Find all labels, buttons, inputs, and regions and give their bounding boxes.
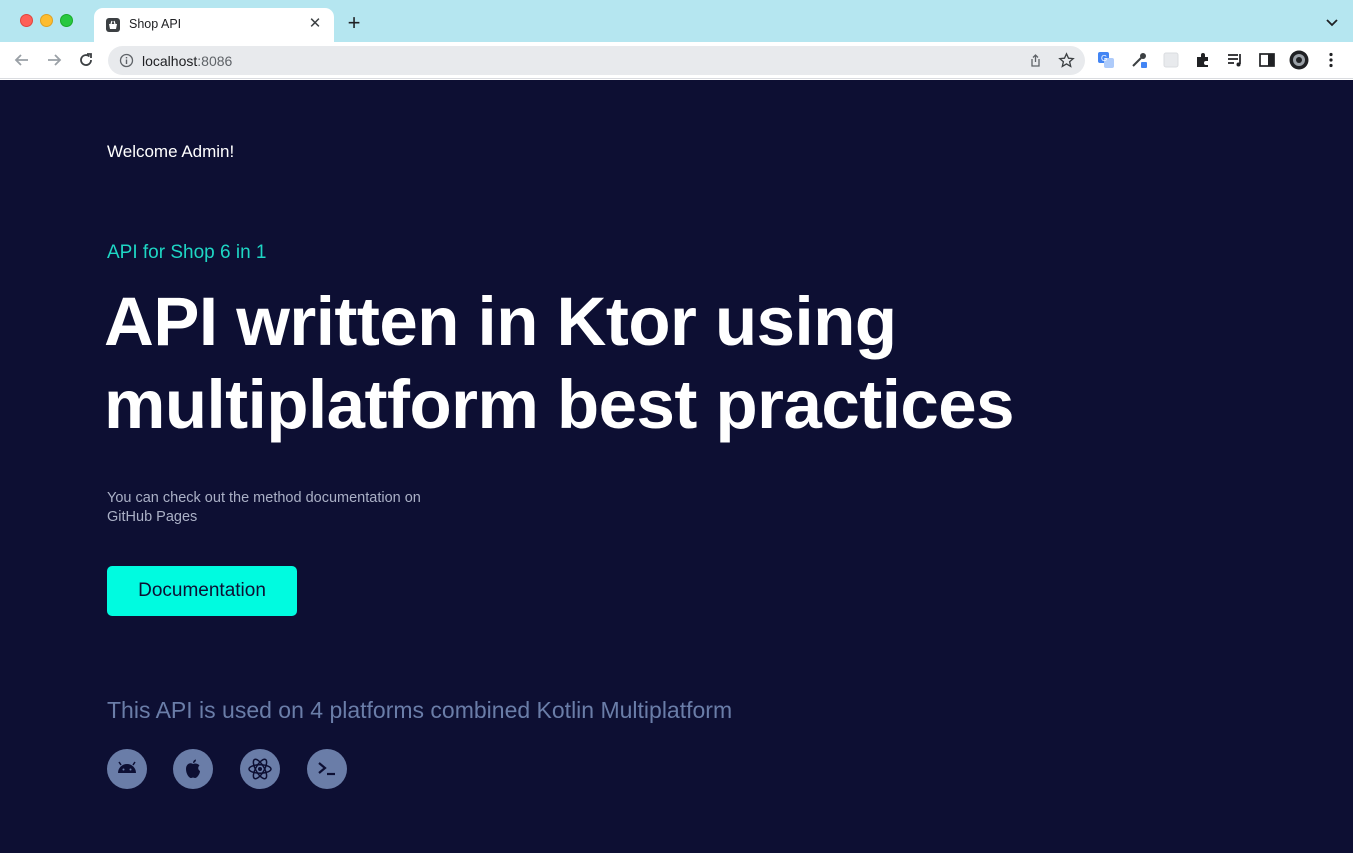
address-bar[interactable]: localhost:8086 bbox=[108, 46, 1085, 75]
react-icon bbox=[240, 749, 280, 789]
page-subtitle: API for Shop 6 in 1 bbox=[107, 242, 267, 263]
info-icon[interactable] bbox=[119, 53, 134, 68]
platforms-text: This API is used on 4 platforms combined… bbox=[107, 697, 733, 723]
welcome-text: Welcome Admin! bbox=[107, 142, 235, 161]
url-text: localhost:8086 bbox=[142, 53, 232, 69]
shop-favicon-icon bbox=[106, 18, 120, 32]
more-menu-icon[interactable] bbox=[1322, 51, 1340, 69]
new-tab-button[interactable]: + bbox=[344, 12, 364, 34]
tab-shop-api[interactable]: Shop API ✕ bbox=[94, 8, 334, 42]
tab-strip: Shop API ✕ + bbox=[0, 0, 1353, 42]
bookmark-star-icon[interactable] bbox=[1058, 52, 1075, 69]
page-headline: API written in Ktor using multiplatform … bbox=[104, 280, 1154, 446]
headline-line-1: API written in Ktor using bbox=[104, 283, 897, 360]
browser-toolbar: localhost:8086 G bbox=[0, 42, 1353, 79]
share-icon[interactable] bbox=[1028, 53, 1043, 68]
url-host: localhost bbox=[142, 53, 198, 69]
documentation-button[interactable]: Documentation bbox=[107, 566, 297, 616]
close-window-button[interactable] bbox=[20, 14, 33, 27]
tab-title: Shop API bbox=[129, 17, 182, 31]
description-line-1: You can check out the method documentati… bbox=[107, 490, 421, 506]
documentation-description: You can check out the method documentati… bbox=[107, 489, 487, 527]
url-port: :8086 bbox=[197, 53, 233, 69]
translate-extension-icon[interactable]: G bbox=[1097, 51, 1115, 69]
maximize-window-button[interactable] bbox=[60, 14, 73, 27]
eyedropper-extension-icon[interactable] bbox=[1130, 51, 1148, 69]
back-arrow-icon[interactable] bbox=[12, 50, 32, 70]
svg-text:G: G bbox=[1101, 54, 1107, 63]
description-line-2: GitHub Pages bbox=[107, 509, 198, 525]
tab-close-icon[interactable]: ✕ bbox=[306, 15, 324, 33]
reload-icon[interactable] bbox=[76, 50, 96, 70]
terminal-icon bbox=[307, 749, 347, 789]
puzzle-extensions-icon[interactable] bbox=[1194, 51, 1212, 69]
android-icon bbox=[107, 749, 147, 789]
page-content: Welcome Admin! API for Shop 6 in 1 API w… bbox=[0, 80, 1353, 853]
apple-icon bbox=[173, 749, 213, 789]
grid-extension-icon[interactable] bbox=[1162, 51, 1180, 69]
side-panel-icon[interactable] bbox=[1258, 51, 1276, 69]
profile-avatar-icon[interactable] bbox=[1289, 50, 1309, 70]
media-playlist-icon[interactable] bbox=[1226, 51, 1244, 69]
headline-line-2: multiplatform best practices bbox=[104, 366, 1015, 443]
minimize-window-button[interactable] bbox=[40, 14, 53, 27]
chevron-down-icon[interactable] bbox=[1325, 15, 1339, 29]
forward-arrow-icon[interactable] bbox=[44, 50, 64, 70]
